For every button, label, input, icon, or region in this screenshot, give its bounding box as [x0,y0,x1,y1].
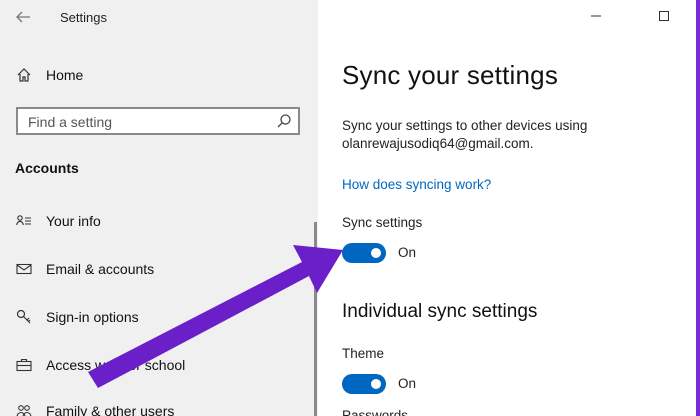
briefcase-icon [14,355,34,375]
how-syncing-works-link[interactable]: How does syncing work? [342,177,491,192]
sidebar-item-your-info[interactable]: Your info [14,210,101,232]
sync-description: Sync your settings to other devices usin… [342,118,588,151]
mail-icon [14,259,34,279]
sidebar-item-home[interactable]: Home [14,64,83,86]
person-list-icon [14,211,34,231]
sidebar-item-label: Your info [46,213,101,229]
passwords-label: Passwords [342,408,409,416]
sidebar-item-access-work[interactable]: Access work or school [14,354,185,376]
sync-settings-label: Sync settings [342,215,423,230]
sidebar-item-email-accounts[interactable]: Email & accounts [14,258,154,280]
sync-settings-toggle[interactable] [342,243,386,263]
sidebar-item-label: Sign-in options [46,309,139,325]
scrollbar[interactable] [314,222,317,416]
search-input[interactable] [26,112,280,132]
settings-window: Settings Home Accounts Your info Email [0,0,696,416]
sidebar-item-sign-in-options[interactable]: Sign-in options [14,306,139,328]
sidebar: Settings Home Accounts Your info Email [0,0,318,416]
sidebar-item-label: Home [46,67,84,83]
sidebar-item-family[interactable]: Family & other users [14,400,174,416]
main-pane: Sync your settings Sync your settings to… [318,0,696,416]
toggle-knob [371,248,381,258]
sync-settings-state: On [398,245,417,260]
sidebar-item-label: Access work or school [46,357,186,373]
sidebar-item-label: Family & other users [46,403,175,416]
individual-sync-title: Individual sync settings [342,301,538,322]
home-icon [14,65,34,85]
search-icon[interactable] [276,113,292,129]
back-arrow-icon[interactable] [14,8,34,28]
app-title: Settings [60,10,107,25]
theme-state: On [398,376,417,391]
sidebar-item-label: Email & accounts [46,261,155,277]
people-icon [14,401,34,416]
maximize-icon[interactable] [652,6,676,26]
theme-label: Theme [342,346,385,361]
toggle-knob [371,379,381,389]
search-box[interactable] [16,107,300,135]
minimize-icon[interactable] [584,6,608,26]
theme-toggle[interactable] [342,374,386,394]
section-title: Accounts [15,160,79,176]
key-icon [14,307,34,327]
page-title: Sync your settings [342,60,559,90]
